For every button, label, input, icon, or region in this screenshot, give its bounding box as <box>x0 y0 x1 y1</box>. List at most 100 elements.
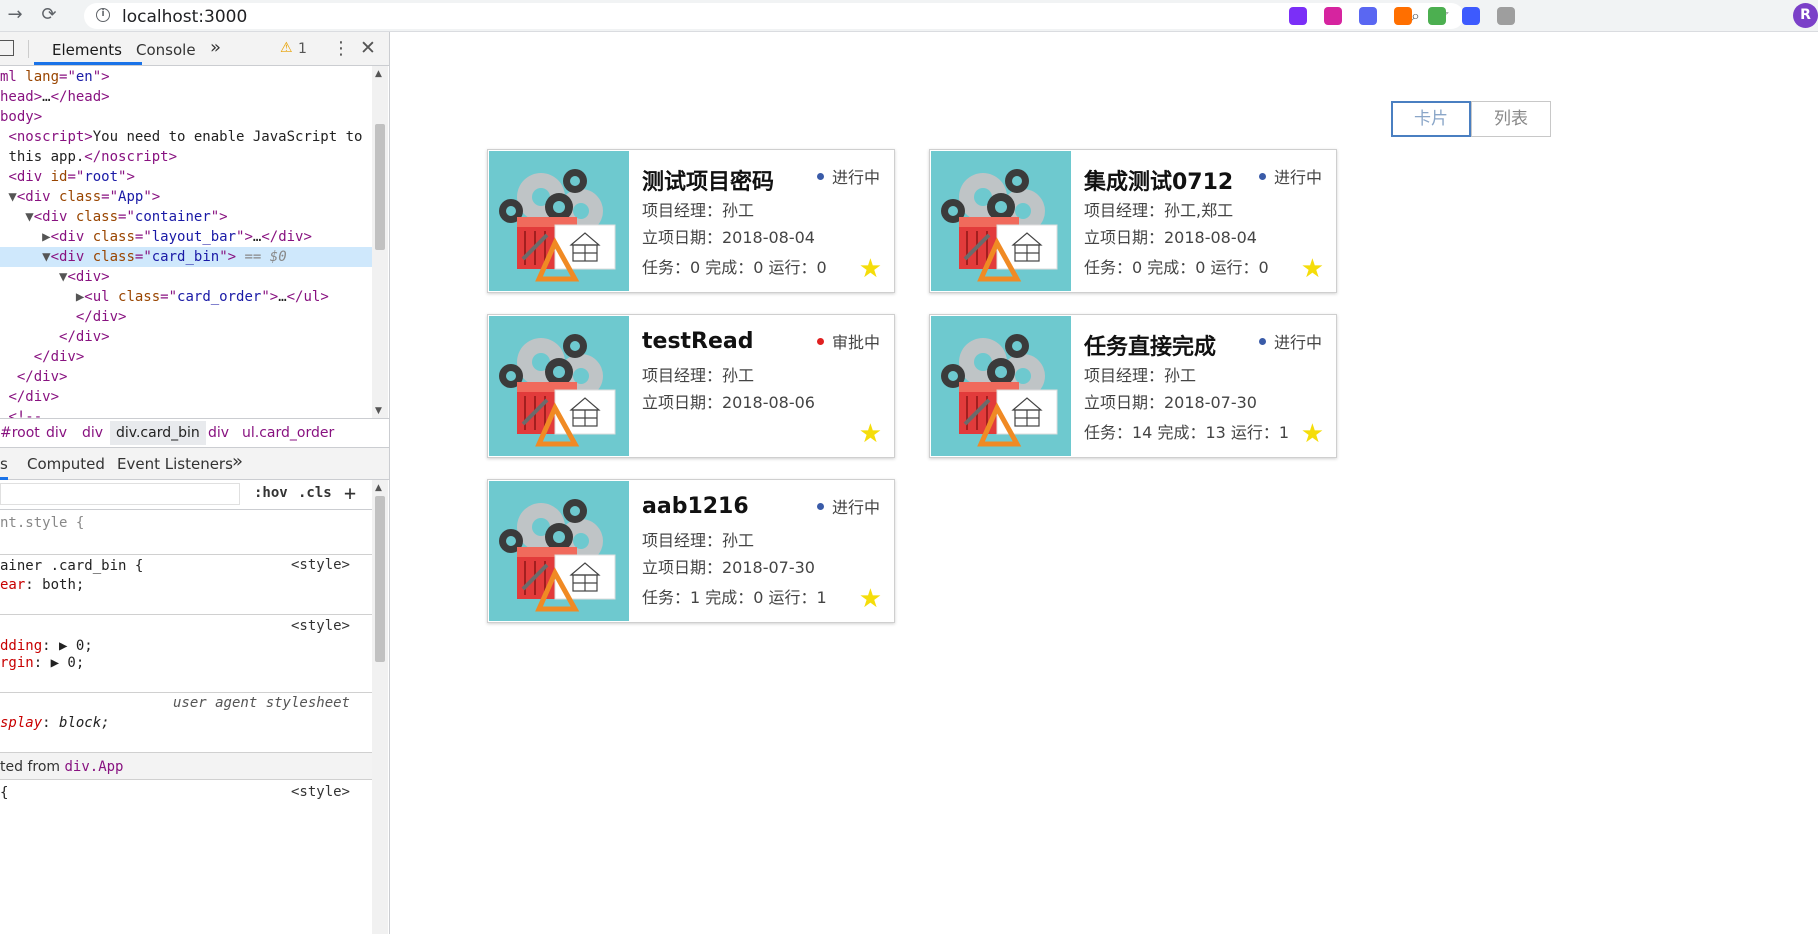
tab-computed[interactable]: Computed <box>27 455 105 473</box>
more-tabs-icon[interactable]: » <box>232 451 243 472</box>
rule-property[interactable]: ear: both; <box>0 576 84 595</box>
favorite-star-icon[interactable]: ★ <box>1301 421 1324 447</box>
project-title[interactable]: 测试项目密码 <box>642 164 774 196</box>
project-title[interactable]: 集成测试0712 <box>1084 164 1233 196</box>
hov-toggle[interactable]: :hov <box>254 485 288 501</box>
project-card[interactable]: 测试项目密码 进行中 项目经理：孙工 立项日期：2018-08-04 任务：0 完成：0… <box>487 149 895 293</box>
scroll-up-icon[interactable]: ▲ <box>375 483 382 493</box>
address-bar[interactable]: i localhost:3000 ⌕ ☆ <box>84 3 1464 29</box>
url-text[interactable]: localhost:3000 <box>122 7 247 27</box>
scroll-up-icon[interactable]: ▲ <box>375 69 382 79</box>
project-title[interactable]: aab1216 <box>642 494 749 519</box>
scroll-thumb[interactable] <box>375 124 385 250</box>
dom-node-line[interactable]: </div> <box>0 347 85 367</box>
dom-node-line[interactable]: </div> <box>0 307 127 327</box>
dom-node-line[interactable]: this app.</noscript> <box>0 147 177 167</box>
tab-styles[interactable]: s <box>0 455 8 473</box>
project-title[interactable]: 任务直接完成 <box>1084 329 1216 361</box>
device-toolbar-icon[interactable] <box>0 40 14 56</box>
expand-triangle-icon[interactable]: ▶ <box>67 289 84 305</box>
dom-node-line[interactable]: ▼<div class="App"> <box>0 187 160 207</box>
kebab-menu-icon[interactable]: ⋮ <box>332 38 350 59</box>
reload-icon[interactable]: ⟳ <box>38 4 60 26</box>
filter-input[interactable] <box>0 483 240 505</box>
extension-icon[interactable] <box>1497 7 1515 25</box>
scroll-down-icon[interactable]: ▼ <box>375 406 382 416</box>
tab-elements[interactable]: Elements <box>52 41 122 59</box>
extension-icon[interactable] <box>1428 7 1446 25</box>
breadcrumb-item[interactable]: div.card_bin <box>110 421 206 445</box>
list-view-button[interactable]: 列表 <box>1471 101 1551 137</box>
extension-icon[interactable] <box>1394 7 1412 25</box>
dom-node-line[interactable]: </div> <box>0 327 110 347</box>
rule-property[interactable]: splay: block; <box>0 714 110 733</box>
dom-node-line[interactable]: <div id="root"> <box>0 167 134 187</box>
project-card[interactable]: aab1216 进行中 项目经理：孙工 立项日期：2018-07-30 任务：1 完成：… <box>487 479 895 623</box>
property-name[interactable]: splay <box>0 715 42 731</box>
dom-node-line[interactable]: ▶<div class="layout_bar">…</div> <box>0 227 312 247</box>
tab-event-listeners[interactable]: Event Listeners <box>117 455 233 473</box>
dom-node-line[interactable]: ▼<div> <box>0 267 110 287</box>
dom-node-line[interactable]: head>…</head> <box>0 87 110 107</box>
breadcrumb-item[interactable]: ul.card_order <box>242 425 334 441</box>
project-card[interactable]: 任务直接完成 进行中 项目经理：孙工 立项日期：2018-07-30 任务：14 完成：… <box>929 314 1337 458</box>
elements-tree[interactable]: ml lang="en"> head>…</head> body> <noscrip… <box>0 66 372 450</box>
close-icon[interactable]: ✕ <box>360 37 376 59</box>
dom-node-line[interactable]: ▼<div class="container"> <box>0 207 227 227</box>
breadcrumb-item[interactable]: div <box>82 425 103 441</box>
dom-node-line[interactable]: </div> <box>0 367 68 387</box>
forward-icon[interactable]: → <box>4 4 26 26</box>
collapse-triangle-icon[interactable]: ▼ <box>34 249 50 265</box>
rule-selector[interactable]: nt.style { <box>0 514 84 533</box>
collapse-triangle-icon[interactable]: ▼ <box>17 209 33 225</box>
zoom-icon[interactable]: ⌕ <box>1411 6 1420 26</box>
dom-node-line[interactable]: <noscript>You need to enable JavaScript … <box>0 127 372 147</box>
dom-node-line[interactable]: </div> <box>0 387 59 407</box>
breadcrumb-item[interactable]: div <box>208 425 229 441</box>
property-value[interactable]: block; <box>59 715 110 731</box>
dom-node-line[interactable]: ml lang="en"> <box>0 67 110 87</box>
property-name[interactable]: rgin <box>0 655 34 671</box>
breadcrumb-item[interactable]: #root <box>0 425 40 441</box>
elements-scrollbar[interactable]: ▲ ▼ <box>372 66 388 418</box>
styles-scrollbar[interactable]: ▲ <box>372 480 388 934</box>
dom-node-line[interactable]: body> <box>0 107 42 127</box>
property-value[interactable]: both; <box>42 577 84 593</box>
favorite-star-icon[interactable]: ★ <box>1301 256 1324 282</box>
expand-triangle-icon[interactable]: ▶ <box>34 229 50 245</box>
cls-toggle[interactable]: .cls <box>298 485 332 501</box>
rule-source[interactable]: <style> <box>291 557 350 573</box>
dom-node-line[interactable]: ▶<ul class="card_order">…</ul> <box>0 287 329 307</box>
card-view-button[interactable]: 卡片 <box>1391 101 1471 137</box>
scroll-thumb[interactable] <box>375 496 385 662</box>
warning-count[interactable]: 1 <box>298 41 307 57</box>
rule-source[interactable]: <style> <box>291 784 350 800</box>
project-title[interactable]: testRead <box>642 329 754 354</box>
extension-icon[interactable] <box>1324 7 1342 25</box>
project-card[interactable]: 集成测试0712 进行中 项目经理：孙工,郑工 立项日期：2018-08-04 任务：0… <box>929 149 1337 293</box>
dom-node-line[interactable]: ▼<div class="card_bin"> == $0 <box>0 247 372 267</box>
collapse-triangle-icon[interactable]: ▼ <box>51 269 67 285</box>
add-rule-icon[interactable]: + <box>344 481 356 505</box>
extension-icon[interactable] <box>1359 7 1377 25</box>
favorite-star-icon[interactable]: ★ <box>859 256 882 282</box>
collapse-triangle-icon[interactable]: ▼ <box>0 189 16 205</box>
extension-icon[interactable] <box>1462 7 1480 25</box>
rule-source[interactable]: <style> <box>291 618 350 634</box>
favorite-star-icon[interactable]: ★ <box>859 421 882 447</box>
extension-icon[interactable] <box>1289 7 1307 25</box>
rule-selector[interactable]: { <box>0 784 8 803</box>
more-tabs-icon[interactable]: » <box>210 37 221 58</box>
profile-avatar[interactable]: R <box>1793 3 1818 28</box>
property-name[interactable]: dding <box>0 638 42 654</box>
property-value[interactable]: ▶ 0; <box>51 655 85 671</box>
warning-icon[interactable]: ⚠ <box>280 40 293 56</box>
inherited-from-link[interactable]: div.App <box>64 759 123 775</box>
tab-console[interactable]: Console <box>136 41 196 59</box>
property-value[interactable]: ▶ 0; <box>59 638 93 654</box>
rule-selector[interactable]: ainer .card_bin { <box>0 557 143 576</box>
project-card[interactable]: testRead 审批中 项目经理：孙工 立项日期：2018-08-06 ★ <box>487 314 895 458</box>
breadcrumb-item[interactable]: div <box>46 425 67 441</box>
favorite-star-icon[interactable]: ★ <box>859 586 882 612</box>
info-icon[interactable]: i <box>96 8 110 22</box>
